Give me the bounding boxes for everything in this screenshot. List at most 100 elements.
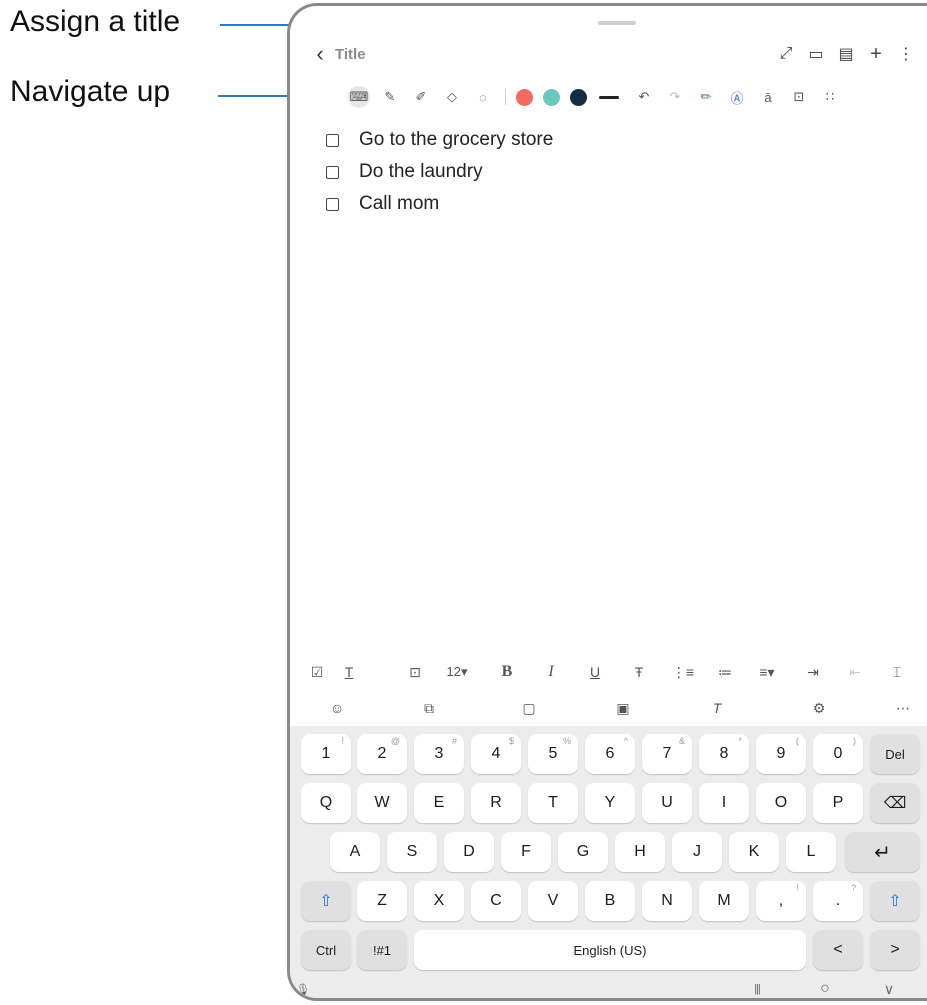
keyboard-mode-icon[interactable]: ▣ [610,694,636,722]
key-6[interactable]: 6 ^ [585,734,635,774]
align-icon[interactable]: ≡▾ [752,658,782,686]
key-e[interactable]: E [414,783,464,823]
key-w[interactable]: W [357,783,407,823]
checkbox-format-icon[interactable]: ☑ [304,658,330,686]
key-l[interactable]: L [786,832,836,872]
emoji-icon[interactable]: ☺ [324,694,350,722]
underline-button[interactable]: U [582,658,608,686]
key-b[interactable]: B [585,881,635,921]
handwriting-icon[interactable]: T [704,694,730,722]
eraser-icon[interactable]: ◇ [441,86,463,108]
outdent-icon[interactable]: ⇤ [842,658,868,686]
numbered-list-icon[interactable]: ⋮≡ [670,658,696,686]
key-1[interactable]: 1! [301,734,351,774]
page-settings-icon[interactable]: ▤ [833,40,859,68]
key-8[interactable]: 8 * [699,734,749,774]
key-4[interactable]: 4 $ [471,734,521,774]
shift-key-left[interactable]: ⇧ [301,881,351,921]
checklist-item-label[interactable]: Go to the grocery store [359,129,553,151]
key-t[interactable]: T [528,783,578,823]
key-2[interactable]: 2 @ [357,734,407,774]
key-s[interactable]: S [387,832,437,872]
pen-icon[interactable]: ✎ [379,86,401,108]
key-y[interactable]: Y [585,783,635,823]
key-c[interactable]: C [471,881,521,921]
key-n[interactable]: N [642,881,692,921]
key-h[interactable]: H [615,832,665,872]
clipboard-icon[interactable]: ▢ [516,694,542,722]
keyboard-icon[interactable]: ⌨ [348,86,370,108]
color-swatch-navy[interactable] [570,88,587,106]
recent-apps-button[interactable]: ||| [742,978,772,998]
back-chevron-icon[interactable]: ‹ [308,40,332,68]
key-g[interactable]: G [558,832,608,872]
highlighter-icon[interactable]: ✐ [410,86,432,108]
lasso-icon[interactable]: ◌ [472,86,494,108]
strikethrough-button[interactable]: Ŧ [626,658,652,686]
book-view-icon[interactable]: ▭ [803,40,829,68]
checkbox[interactable] [326,197,339,211]
redo-icon[interactable]: ↷ [664,86,686,108]
symbols-key[interactable]: !#1 [357,930,407,970]
more-tools-icon[interactable]: ∷ [819,86,841,108]
key-5[interactable]: 5% [528,734,578,774]
key-f[interactable]: F [501,832,551,872]
sticker-icon[interactable]: ⧉ [416,694,442,722]
bulleted-list-icon[interactable]: ≔ [712,658,738,686]
lock-icon[interactable]: ⊡ [788,86,810,108]
key-a[interactable]: A [330,832,380,872]
key-p[interactable]: P [813,783,863,823]
checklist-item-label[interactable]: Do the laundry [359,161,483,183]
checklist-item-label[interactable]: Call mom [359,193,439,215]
text-convert-icon[interactable]: ā [757,86,779,108]
key-u[interactable]: U [642,783,692,823]
key-period[interactable]: .? [813,881,863,921]
backspace-key[interactable]: ⌫ [870,783,920,823]
more-icon[interactable]: ⋯ [890,694,916,722]
key-m[interactable]: M [699,881,749,921]
drag-handle[interactable] [598,21,636,25]
key-q[interactable]: Q [301,783,351,823]
checkbox[interactable] [326,133,339,147]
key-0[interactable]: 0) [813,734,863,774]
text-style-icon[interactable]: Ⓐ [726,86,748,108]
key-v[interactable]: V [528,881,578,921]
indent-icon[interactable]: ⇥ [800,658,826,686]
space-bar[interactable]: English (US) [414,930,806,970]
text-color-icon[interactable]: T [336,658,362,686]
back-nav-button[interactable]: ∨ [874,978,904,998]
key-j[interactable]: J [672,832,722,872]
expand-icon[interactable]: ⤢ [773,40,799,68]
key-3[interactable]: 3 # [414,734,464,774]
italic-button[interactable]: I [538,658,564,686]
key-o[interactable]: O [756,783,806,823]
text-frame-icon[interactable]: ⌶ [884,658,910,686]
enter-key[interactable]: ↵ [845,832,920,872]
more-options-icon[interactable]: ⋮ [893,40,919,68]
key-d[interactable]: D [444,832,494,872]
settings-gear-icon[interactable]: ⚙ [806,694,832,722]
color-swatch-teal[interactable] [543,88,560,106]
bold-button[interactable]: B [494,658,520,686]
add-icon[interactable]: + [863,40,889,68]
home-button[interactable]: ○ [810,978,840,998]
mic-icon[interactable]: 🎙 [294,978,312,998]
cursor-left-key[interactable]: < [813,930,863,970]
key-k[interactable]: K [729,832,779,872]
key-comma[interactable]: ,! [756,881,806,921]
pencil-icon[interactable]: ✏ [695,86,717,108]
note-title-field[interactable]: Title [335,46,366,63]
undo-icon[interactable]: ↶ [633,86,655,108]
key-7[interactable]: 7 & [642,734,692,774]
key-i[interactable]: I [699,783,749,823]
checkbox[interactable] [326,165,339,179]
key-r[interactable]: R [471,783,521,823]
shift-key-right[interactable]: ⇧ [870,881,920,921]
key-9[interactable]: 9( [756,734,806,774]
color-swatch-red[interactable] [516,88,533,106]
text-box-icon[interactable]: ⊡ [402,658,428,686]
stroke-width-icon[interactable] [599,95,619,99]
del-key[interactable]: Del [870,734,920,774]
key-z[interactable]: Z [357,881,407,921]
cursor-right-key[interactable]: > [870,930,920,970]
